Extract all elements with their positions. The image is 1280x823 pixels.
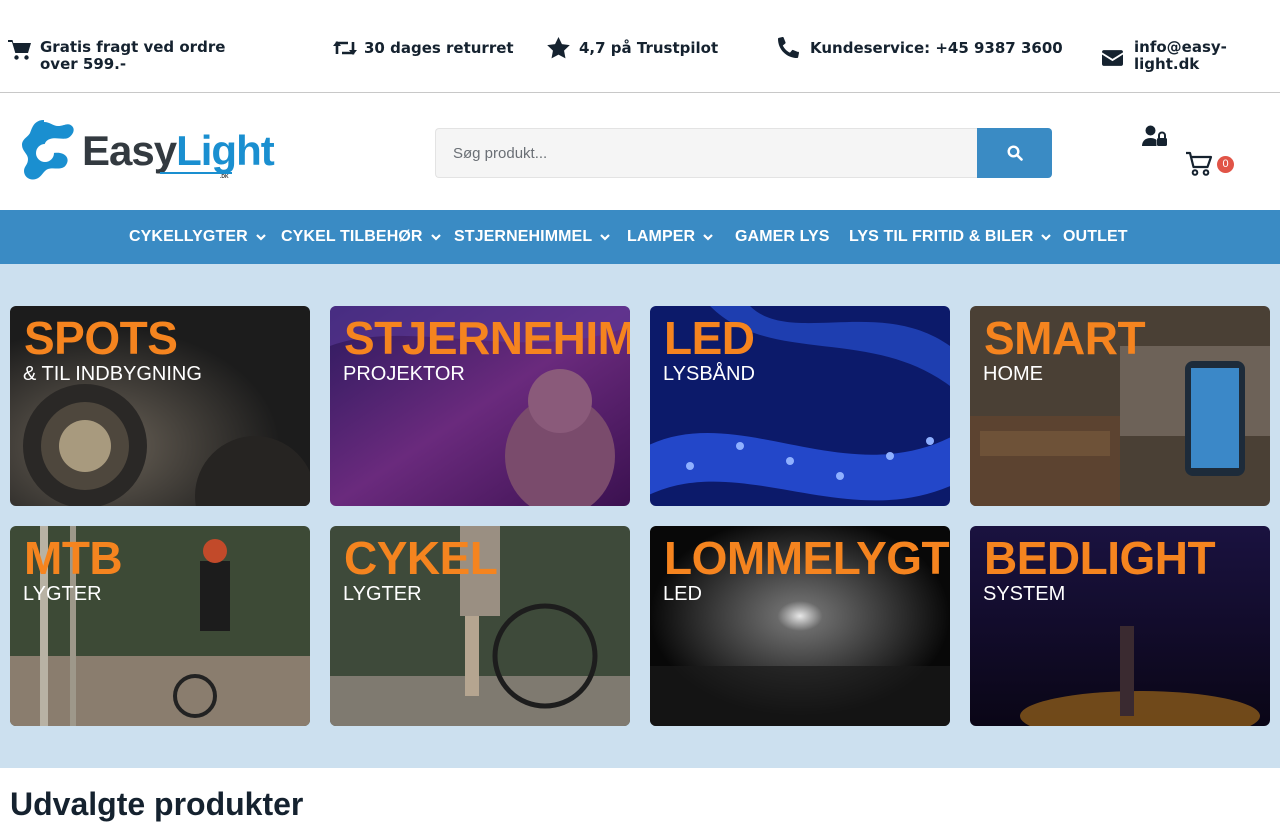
- search-icon: [1006, 145, 1023, 161]
- category-title: SMART: [984, 312, 1146, 364]
- category-tile-led[interactable]: LED LYSBÅND: [650, 306, 950, 506]
- category-title: LOMMELYGTER: [664, 532, 950, 584]
- top-info-bar: Gratis fragt ved ordre over 599.- 30 dag…: [0, 0, 1280, 93]
- category-subtitle: HOME: [983, 363, 1043, 385]
- category-tile-smart[interactable]: SMART HOME: [970, 306, 1270, 506]
- category-title: CYKEL: [344, 532, 498, 584]
- nav-item-lys-til-fritid[interactable]: LYS TIL FRITID & BILER: [849, 210, 1052, 264]
- site-header: EasyLight .DK 0: [0, 93, 1280, 210]
- email-info[interactable]: info@easy-light.dk: [1102, 39, 1272, 74]
- cart-count-badge: 0: [1217, 156, 1234, 173]
- category-subtitle: & TIL INDBYGNING: [23, 363, 202, 385]
- nav-item-cykellygter[interactable]: CYKELLYGTER: [129, 210, 266, 264]
- customer-service-text: Kundeservice: +45 9387 3600: [810, 39, 1063, 57]
- envelope-icon: [1102, 50, 1126, 74]
- nav-item-label: GAMER LYS: [735, 228, 830, 245]
- customer-service-info[interactable]: Kundeservice: +45 9387 3600: [778, 37, 1063, 61]
- shipping-text: Gratis fragt ved ordre over 599.-: [40, 38, 226, 73]
- category-subtitle: SYSTEM: [983, 583, 1066, 605]
- returns-text: 30 dages returret: [364, 39, 514, 57]
- nav-item-label: STJERNEHIMMEL: [454, 228, 593, 245]
- chevron-down-icon: [1041, 234, 1052, 241]
- nav-item-label: LAMPER: [627, 228, 696, 245]
- nav-item-outlet[interactable]: OUTLET: [1063, 210, 1128, 264]
- category-tile-stjernehimmel[interactable]: STJERNEHIMMEL PROJEKTOR: [330, 306, 630, 506]
- returns-info: 30 dages returret: [332, 38, 514, 62]
- cart-icon: [8, 39, 32, 63]
- category-tile-mtb[interactable]: MTB LYGTER: [10, 526, 310, 726]
- nav-item-gamer-lys[interactable]: GAMER LYS: [735, 210, 830, 264]
- chevron-down-icon: [430, 234, 441, 241]
- account-lock-icon[interactable]: [1142, 125, 1168, 149]
- category-subtitle: LYGTER: [23, 583, 102, 605]
- featured-products-section: Udvalgte produkter: [0, 768, 1280, 822]
- trustpilot-text: 4,7 på Trustpilot: [579, 39, 719, 57]
- category-tile-bedlight[interactable]: BEDLIGHT SYSTEM: [970, 526, 1270, 726]
- search-bar: [435, 128, 1052, 178]
- retweet-icon: [332, 38, 357, 62]
- nav-item-label: CYKEL TILBEHØR: [281, 228, 423, 245]
- logo[interactable]: EasyLight .DK: [12, 118, 275, 188]
- search-button[interactable]: [977, 128, 1052, 178]
- logo-suffix: .DK: [220, 174, 229, 180]
- category-subtitle: LYSBÅND: [663, 363, 755, 385]
- nav-item-label: OUTLET: [1063, 228, 1128, 245]
- cart-button[interactable]: 0: [1185, 151, 1239, 181]
- category-grid: SPOTS & TIL INDBYGNING STJERNEHIMMEL PRO…: [0, 264, 1280, 768]
- chevron-down-icon: [703, 234, 713, 241]
- nav-item-label: CYKELLYGTER: [129, 228, 248, 245]
- email-text: info@easy-light.dk: [1134, 38, 1227, 73]
- category-title: LED: [664, 312, 755, 364]
- chevron-down-icon: [600, 234, 610, 241]
- logo-wordmark: EasyLight: [82, 127, 275, 174]
- search-input[interactable]: [435, 128, 977, 178]
- category-subtitle: PROJEKTOR: [343, 363, 465, 385]
- category-title: BEDLIGHT: [984, 532, 1216, 584]
- phone-icon: [778, 37, 802, 61]
- star-icon: [547, 37, 571, 61]
- category-subtitle: LED: [663, 583, 702, 605]
- chevron-down-icon: [255, 234, 266, 241]
- nav-item-lamper[interactable]: LAMPER: [627, 210, 713, 264]
- trustpilot-info: 4,7 på Trustpilot: [547, 37, 718, 61]
- category-tile-spots[interactable]: SPOTS & TIL INDBYGNING: [10, 306, 310, 506]
- category-tile-lommelygter[interactable]: LOMMELYGTER LED: [650, 526, 950, 726]
- category-subtitle: LYGTER: [343, 583, 422, 605]
- main-nav: CYKELLYGTER CYKEL TILBEHØR STJERNEHIMMEL…: [0, 210, 1280, 264]
- category-title: MTB: [24, 532, 123, 584]
- nav-item-cykel-tilbehor[interactable]: CYKEL TILBEHØR: [281, 210, 441, 264]
- logo-mark: [22, 120, 74, 180]
- shopping-cart-icon: [1186, 151, 1213, 176]
- section-heading: Udvalgte produkter: [10, 786, 304, 822]
- nav-item-label: LYS TIL FRITID & BILER: [849, 228, 1034, 245]
- shipping-info: Gratis fragt ved ordre over 599.-: [8, 39, 258, 73]
- category-title: STJERNEHIMMEL: [344, 312, 630, 364]
- category-title: SPOTS: [24, 312, 178, 364]
- category-tile-cykel[interactable]: CYKEL LYGTER: [330, 526, 630, 726]
- nav-item-stjernehimmel[interactable]: STJERNEHIMMEL: [454, 210, 610, 264]
